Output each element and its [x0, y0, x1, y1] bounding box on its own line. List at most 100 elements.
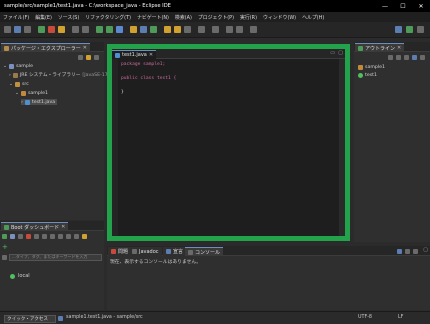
hide-static-icon[interactable] [404, 55, 409, 60]
outline-item-class[interactable]: test1 [358, 72, 377, 78]
collapse-all-icon[interactable] [78, 55, 83, 60]
back-icon[interactable] [226, 26, 233, 33]
skip-icon[interactable] [58, 26, 65, 33]
step-icon[interactable] [72, 26, 79, 33]
add-icon[interactable]: + [2, 243, 8, 251]
menu-window[interactable]: ウィンドウ(W) [263, 14, 296, 21]
new-java-project-icon[interactable] [130, 26, 137, 33]
run-icon[interactable] [106, 26, 113, 33]
stop-icon[interactable] [48, 26, 55, 33]
open-browser-icon[interactable] [34, 234, 39, 239]
view-menu-icon[interactable] [94, 55, 99, 60]
tab-package-explorer[interactable]: パッケージ・エクスプローラー ✕ [1, 43, 90, 52]
tab-boot-dashboard[interactable]: Boot ダッシュボード ✕ [1, 222, 69, 231]
tab-problems[interactable]: 問題 [108, 247, 132, 256]
tab-console[interactable]: コンソール [185, 247, 224, 256]
open-console-icon[interactable] [413, 249, 418, 254]
menu-source[interactable]: ソース(S) [58, 14, 79, 21]
next-annotation-icon[interactable] [212, 26, 219, 33]
open-console-icon[interactable] [42, 234, 47, 239]
pin-console-icon[interactable] [397, 249, 402, 254]
boot-dashboard-toolbar [2, 233, 102, 241]
view-menu-icon[interactable] [420, 55, 425, 60]
close-icon[interactable]: ✕ [149, 52, 153, 58]
new-class-icon[interactable] [150, 26, 157, 33]
local-row[interactable]: local [10, 273, 30, 279]
close-icon[interactable]: ✕ [397, 45, 401, 51]
close-icon[interactable]: ✕ [83, 45, 87, 51]
minimize-button[interactable]: — [376, 0, 394, 12]
maximize-button[interactable]: ☐ [394, 0, 412, 12]
source-folder-icon [14, 81, 20, 87]
open-perspective-icon[interactable] [58, 316, 63, 321]
debug-run-icon[interactable] [116, 26, 123, 33]
tree-row-src[interactable]: ⌄ src [9, 81, 29, 87]
new-icon[interactable] [4, 26, 11, 33]
expand-chevron-icon[interactable]: ⌄ [15, 91, 19, 96]
menu-file[interactable]: ファイル(F) [3, 14, 29, 21]
tree-row-file[interactable]: › test1.java [21, 99, 58, 105]
tab-outline[interactable]: アウトライン ✕ [355, 43, 405, 52]
open-config-icon[interactable] [50, 234, 55, 239]
tab-test1-java[interactable]: test1.java ✕ [112, 50, 157, 59]
search-icon[interactable] [184, 26, 191, 33]
open-perspective-icon[interactable] [417, 26, 424, 33]
start-icon[interactable] [2, 234, 7, 239]
expand-chevron-icon[interactable]: ⌄ [9, 82, 13, 87]
debug-icon[interactable] [38, 26, 45, 33]
tree-row-package[interactable]: ⌄ sample1 [15, 90, 48, 96]
perspective-debug-icon[interactable] [406, 26, 413, 33]
menu-edit[interactable]: 編集(E) [35, 14, 52, 21]
hide-fields-icon[interactable] [396, 55, 401, 60]
menu-navigate[interactable]: ナビゲート(N) [137, 14, 169, 21]
step-over-icon[interactable] [82, 26, 89, 33]
forward-icon[interactable] [236, 26, 243, 33]
restart-icon[interactable] [10, 234, 15, 239]
sort-icon[interactable] [388, 55, 393, 60]
perspective-java-icon[interactable] [395, 26, 402, 33]
tree-row-project[interactable]: ⌄ sample [3, 63, 33, 69]
maximize-icon[interactable]: ▢ [338, 50, 343, 56]
menu-search[interactable]: 検索(A) [175, 14, 192, 21]
filter-options-icon[interactable] [2, 254, 7, 260]
collapse-chevron-icon[interactable]: › [21, 100, 23, 105]
new-package-icon[interactable] [140, 26, 147, 33]
maximize-icon[interactable]: ▢ [423, 247, 428, 253]
tag-icon[interactable] [74, 234, 79, 239]
pin-icon[interactable] [250, 26, 257, 33]
file-label: test1.java [31, 99, 56, 105]
annotation-icon[interactable] [198, 26, 205, 33]
editor-scrollbar[interactable] [339, 59, 345, 236]
menu-run[interactable]: 実行(R) [240, 14, 257, 21]
debug-restart-icon[interactable] [18, 234, 23, 239]
close-icon[interactable]: ✕ [61, 224, 65, 230]
save-icon[interactable] [14, 26, 21, 33]
tree-row-jre[interactable]: › JRE システム・ライブラリー [JavaSE-17] [9, 72, 110, 78]
hide-nonpublic-icon[interactable] [412, 55, 417, 60]
filter-input[interactable]: ...タイプ、タグ、またはキーワードを入力 [9, 253, 102, 261]
expand-chevron-icon[interactable]: ⌄ [3, 64, 7, 69]
quick-access-input[interactable]: クイック・アクセス [4, 315, 56, 323]
display-console-icon[interactable] [405, 249, 410, 254]
minimize-icon[interactable]: ▭ [330, 50, 335, 56]
open-task-icon[interactable] [174, 26, 181, 33]
edit-icon[interactable] [58, 234, 63, 239]
menu-project[interactable]: プロジェクト(P) [198, 14, 234, 21]
tab-javadoc[interactable]: Javadoc [129, 247, 162, 256]
close-button[interactable]: ✕ [412, 0, 430, 12]
tab-declaration[interactable]: 宣言 [163, 247, 187, 256]
menu-refactor[interactable]: リファクタリング(T) [85, 14, 131, 21]
open-type-icon[interactable] [164, 26, 171, 33]
outline-item-package[interactable]: sample1 [358, 64, 385, 70]
menu-help[interactable]: ヘルプ(H) [302, 14, 324, 21]
link-editor-icon[interactable] [86, 55, 91, 60]
code-area[interactable]: package sample1; public class test1 { } [121, 61, 176, 96]
save-all-icon[interactable] [24, 26, 31, 33]
boot-icon[interactable] [96, 26, 103, 33]
editor-gutter [112, 59, 118, 236]
collapse-chevron-icon[interactable]: › [9, 73, 11, 78]
stop-app-icon[interactable] [26, 234, 31, 239]
filter-icon[interactable] [66, 234, 71, 239]
lightbulb-icon[interactable] [82, 234, 87, 239]
